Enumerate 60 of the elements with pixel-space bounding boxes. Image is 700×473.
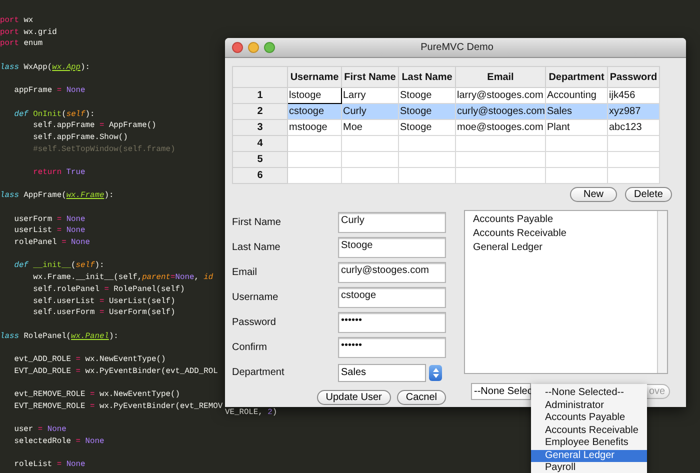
delete-button[interactable]: Delete <box>625 187 672 202</box>
table-cell: Stooge <box>400 90 432 101</box>
field-label: Department <box>232 366 286 380</box>
window-title: PureMVC Demo <box>420 41 494 55</box>
table-cell: mstooge <box>289 122 328 133</box>
dropdown-option[interactable]: --None Selected-- <box>531 387 647 400</box>
table-cell: lstooge <box>289 90 322 101</box>
table-cell: curly@stooges.com <box>457 106 545 117</box>
row-number[interactable]: 1 <box>232 88 288 104</box>
role-item[interactable]: Accounts Payable <box>473 213 657 227</box>
dropdown-option[interactable]: General Ledger <box>531 450 647 462</box>
row-number[interactable]: 3 <box>232 120 288 136</box>
cancel-button[interactable]: Cacnel <box>396 390 446 405</box>
table-cell: Stooge <box>400 106 432 117</box>
field-label: Confirm <box>232 341 268 355</box>
table-cell: xyz987 <box>609 106 641 117</box>
field-label: First Name <box>232 216 282 230</box>
row-number[interactable]: 2 <box>232 104 288 120</box>
dropdown-option[interactable]: Employee Benefits <box>531 437 647 450</box>
role-item[interactable]: Accounts Receivable <box>473 227 657 241</box>
new-button[interactable]: New <box>570 187 617 202</box>
text-field[interactable]: curly@stooges.com <box>338 262 446 283</box>
minimize-icon[interactable] <box>248 42 259 53</box>
dropdown-option[interactable]: Accounts Payable <box>531 412 647 424</box>
dropdown-option[interactable]: Administrator <box>531 400 647 412</box>
column-header[interactable]: Email <box>456 66 546 88</box>
table-cell: Stooge <box>400 122 432 133</box>
table-cell: Accounting <box>547 90 596 101</box>
field-label: Email <box>232 266 258 280</box>
table-cell: Larry <box>343 90 366 101</box>
row-number[interactable]: 4 <box>232 136 288 152</box>
dropdown-option[interactable]: Payroll <box>531 462 647 473</box>
text-field[interactable]: •••••• <box>338 312 446 333</box>
table-cell: moe@stooges.com <box>457 122 544 133</box>
text-field[interactable]: cstooge <box>338 287 446 308</box>
row-number[interactable]: 5 <box>232 152 288 168</box>
field-label: Username <box>232 291 280 305</box>
table-cell: Plant <box>547 122 570 133</box>
row-number[interactable]: 6 <box>232 168 288 184</box>
table-cell: larry@stooges.com <box>457 90 544 101</box>
field-label: Password <box>232 316 277 330</box>
role-item[interactable]: General Ledger <box>473 241 657 255</box>
scrollbar[interactable] <box>657 211 667 373</box>
field-label: Last Name <box>232 241 282 255</box>
update-user-button[interactable]: Update User <box>316 390 391 405</box>
text-field[interactable]: Stooge <box>338 237 446 258</box>
maximize-icon[interactable] <box>264 42 275 53</box>
table-cell: Sales <box>547 106 572 117</box>
table-cell: abc123 <box>609 122 642 133</box>
table-cell: ijk456 <box>609 90 636 101</box>
department-select[interactable]: Sales <box>338 364 426 382</box>
stepper-icon[interactable] <box>429 364 442 380</box>
close-icon[interactable] <box>232 42 243 53</box>
table-cell: cstooge <box>289 106 324 117</box>
text-field[interactable]: •••••• <box>338 337 446 358</box>
table-cell: Moe <box>343 122 362 133</box>
role-select[interactable]: --None Selec <box>471 383 531 400</box>
text-field[interactable]: Curly <box>338 212 446 233</box>
table-cell: Curly <box>343 106 366 117</box>
dropdown-option[interactable]: Accounts Receivable <box>531 424 647 437</box>
